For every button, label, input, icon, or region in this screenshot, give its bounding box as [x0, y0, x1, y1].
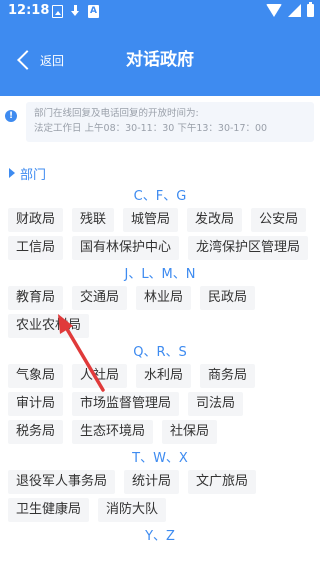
department-chip[interactable]: 交通局: [72, 286, 128, 310]
chip-row: 退役军人事务局 统计局 文广旅局: [8, 470, 320, 498]
app-header: 返回 对话政府: [0, 24, 320, 96]
group-title: C、F、G: [133, 189, 187, 204]
chip-row: 教育局 交通局 林业局 民政局: [8, 286, 320, 314]
department-chip[interactable]: 商务局: [200, 364, 256, 388]
page-title: 对话政府: [126, 50, 194, 70]
department-chip[interactable]: 税务局: [8, 420, 64, 444]
group-title: T、W、X: [132, 451, 188, 466]
wifi-icon: [266, 4, 282, 17]
department-chip[interactable]: 财政局: [8, 208, 64, 232]
department-chip[interactable]: 社保局: [162, 420, 218, 444]
battery-icon: [307, 2, 314, 17]
department-chip[interactable]: 公安局: [251, 208, 307, 232]
department-chip[interactable]: 统计局: [124, 470, 180, 494]
department-chip[interactable]: 文广旅局: [188, 470, 257, 494]
department-chip[interactable]: 残联: [72, 208, 115, 232]
notice-panel: ! 部门在线回复及电话回复的开放时间为: 法定工作日 上午08：30-11：30…: [0, 96, 320, 146]
department-chip[interactable]: 人社局: [72, 364, 128, 388]
department-chip[interactable]: 民政局: [200, 286, 256, 310]
chip-row: 税务局 生态环境局 社保局: [8, 420, 320, 448]
section-label: 部门: [20, 167, 47, 183]
triangle-right-icon: [9, 168, 15, 178]
group-title: Y、Z: [145, 529, 175, 544]
department-chip[interactable]: 水利局: [136, 364, 192, 388]
chip-row: 农业农村局: [8, 314, 320, 342]
department-chip[interactable]: 农业农村局: [8, 314, 90, 338]
department-chip[interactable]: 市场监督管理局: [72, 392, 180, 416]
department-chip[interactable]: 卫生健康局: [8, 498, 90, 522]
notice-line-2: 法定工作日 上午08：30-11：30 下午13：30-17：00: [34, 123, 268, 134]
department-chip[interactable]: 发改局: [187, 208, 243, 232]
chip-row: 审计局 市场监督管理局 司法局: [8, 392, 320, 420]
status-bar: 12:18 A: [0, 0, 320, 24]
group-title: Q、R、S: [133, 345, 187, 360]
department-chip[interactable]: 消防大队: [98, 498, 167, 522]
info-icon: !: [5, 110, 17, 122]
department-chip[interactable]: 气象局: [8, 364, 64, 388]
group-title: J、L、M、N: [124, 267, 196, 282]
department-chip[interactable]: 城管局: [123, 208, 179, 232]
notice-box: 部门在线回复及电话回复的开放时间为: 法定工作日 上午08：30-11：30 下…: [26, 102, 314, 142]
department-chip[interactable]: 林业局: [136, 286, 192, 310]
department-chip[interactable]: 教育局: [8, 286, 64, 310]
department-chip[interactable]: 工信局: [8, 236, 64, 260]
department-chip[interactable]: 国有林保护中心: [72, 236, 180, 260]
department-chip[interactable]: 龙湾保护区管理局: [188, 236, 309, 260]
signal-icon: [288, 4, 301, 17]
download-icon: [70, 5, 81, 18]
department-chip[interactable]: 司法局: [188, 392, 244, 416]
notice-line-1: 部门在线回复及电话回复的开放时间为:: [34, 108, 199, 119]
chip-row: 卫生健康局 消防大队: [8, 498, 320, 526]
image-icon: [52, 5, 63, 18]
department-chip[interactable]: 退役军人事务局: [8, 470, 116, 494]
department-chip[interactable]: 审计局: [8, 392, 64, 416]
chip-row: 气象局 人社局 水利局 商务局: [8, 364, 320, 392]
department-groups: C、F、G 财政局 残联 城管局 发改局 公安局 工信局 国有林保护中心 龙湾保护区管理局 J、L…: [0, 186, 320, 548]
a-icon: A: [88, 5, 99, 18]
section-header: 部门: [9, 160, 320, 186]
department-chip[interactable]: 生态环境局: [72, 420, 154, 444]
chip-row: 工信局 国有林保护中心 龙湾保护区管理局: [8, 236, 320, 264]
chip-row: 财政局 残联 城管局 发改局 公安局: [8, 208, 320, 236]
department-section: 部门 C、F、G 财政局 残联 城管局 发改局 公安局 工信局 国有林保护中心 龙湾保护区管理局…: [0, 160, 320, 548]
status-time: 12:18: [8, 3, 50, 18]
